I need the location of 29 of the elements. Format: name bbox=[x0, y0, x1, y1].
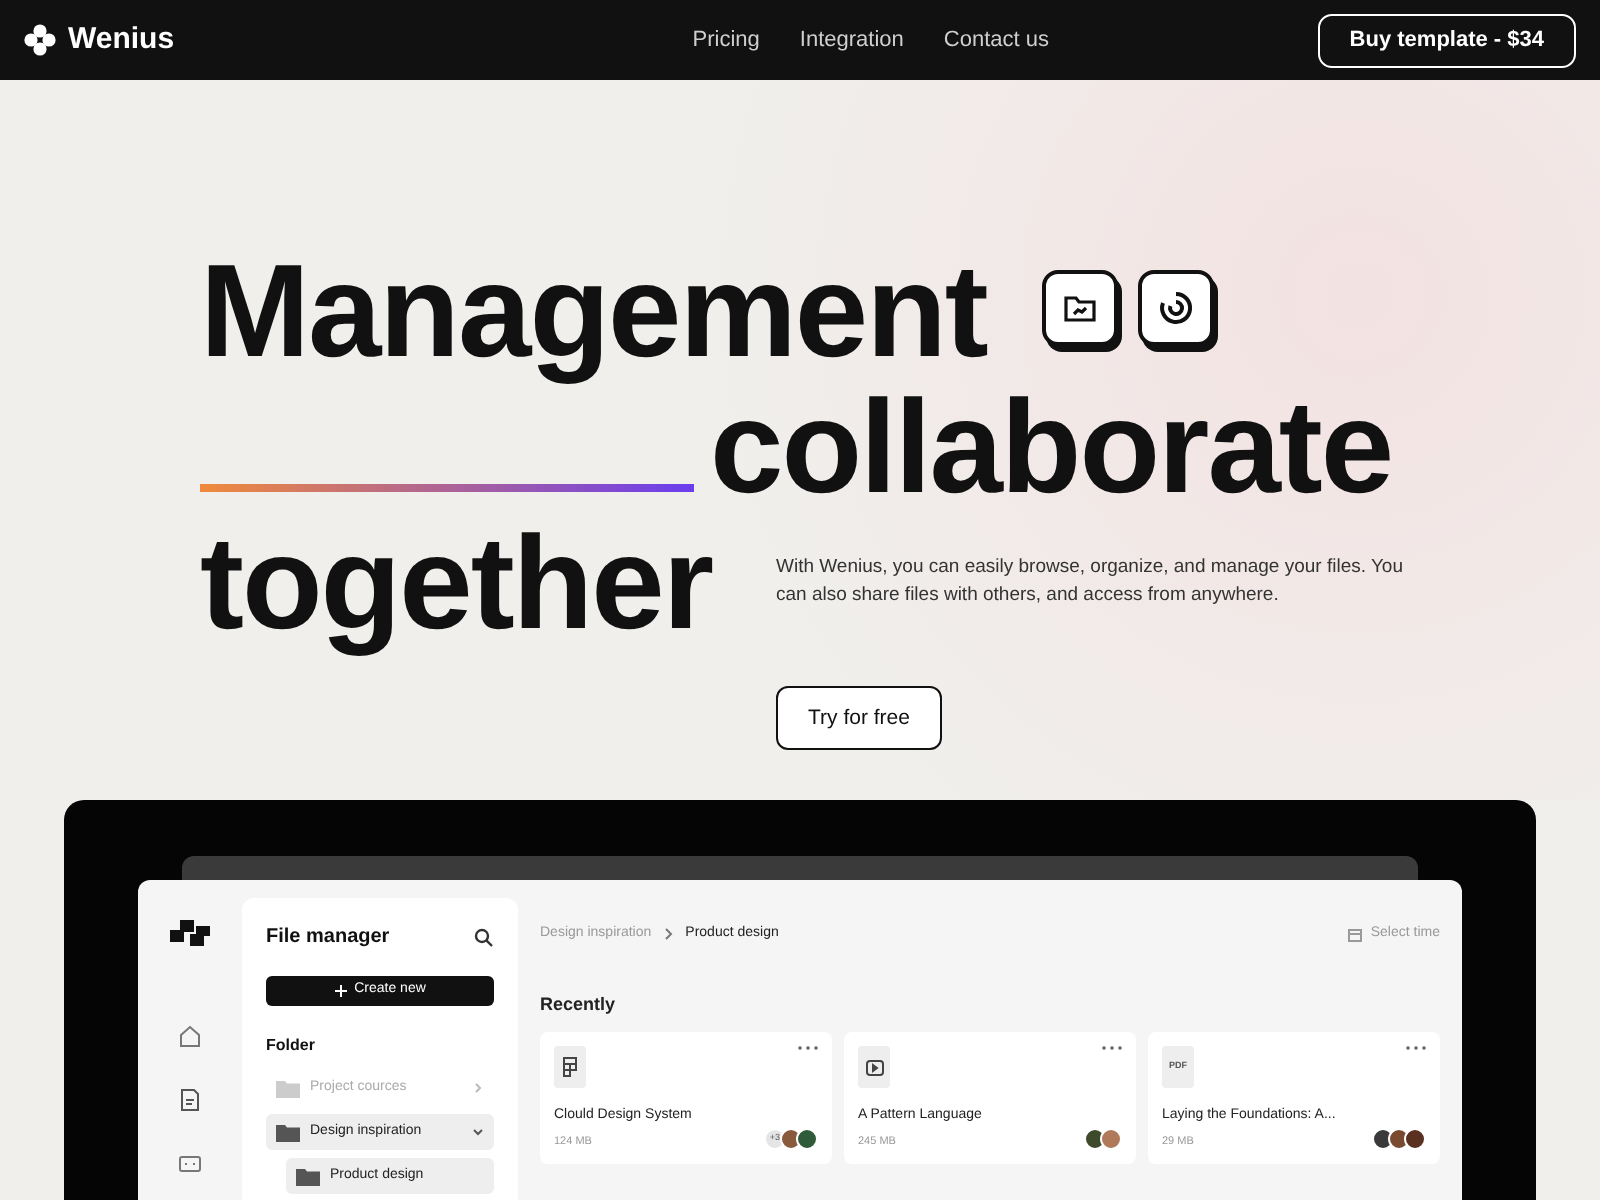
logo-icon bbox=[24, 24, 56, 56]
description: With Wenius, you can easily browse, organize, and manage your files. You can also share files with others, and access from anywhere. bbox=[776, 554, 1405, 610]
headline: collaborate bbox=[710, 378, 1393, 514]
sidebar-title: File manager bbox=[266, 924, 390, 952]
nav-link[interactable]: Contact us bbox=[943, 23, 1049, 57]
nav-link[interactable]: Pricing bbox=[692, 23, 760, 57]
chevron-icon bbox=[663, 928, 674, 941]
search-icon[interactable] bbox=[474, 927, 494, 947]
folder-chart-icon bbox=[1042, 270, 1119, 346]
loading-ring-icon bbox=[1138, 270, 1215, 346]
buy-template-button[interactable]: Buy template - $34 bbox=[1317, 13, 1576, 67]
file-type-icon bbox=[554, 1046, 586, 1088]
folder-icon bbox=[296, 1167, 320, 1185]
plus-icon bbox=[334, 984, 349, 998]
folder-icon bbox=[276, 1079, 300, 1097]
card-icon[interactable] bbox=[178, 1152, 202, 1176]
file-type-icon bbox=[858, 1046, 890, 1088]
caret-icon bbox=[472, 1082, 484, 1094]
app-logo-icon bbox=[170, 920, 210, 948]
section-title: Recently bbox=[540, 991, 618, 1018]
document-icon[interactable] bbox=[178, 1088, 202, 1112]
caret-icon bbox=[472, 1126, 484, 1138]
folder-heading: Folder bbox=[266, 1034, 317, 1058]
brand-name[interactable]: Wenius bbox=[68, 17, 175, 63]
home-icon[interactable] bbox=[178, 1024, 202, 1048]
try-for-free-button[interactable]: Try for free bbox=[776, 686, 942, 751]
folder-icon bbox=[276, 1123, 300, 1141]
nav-link[interactable]: Integration bbox=[799, 23, 904, 57]
calendar-icon bbox=[1348, 927, 1363, 942]
